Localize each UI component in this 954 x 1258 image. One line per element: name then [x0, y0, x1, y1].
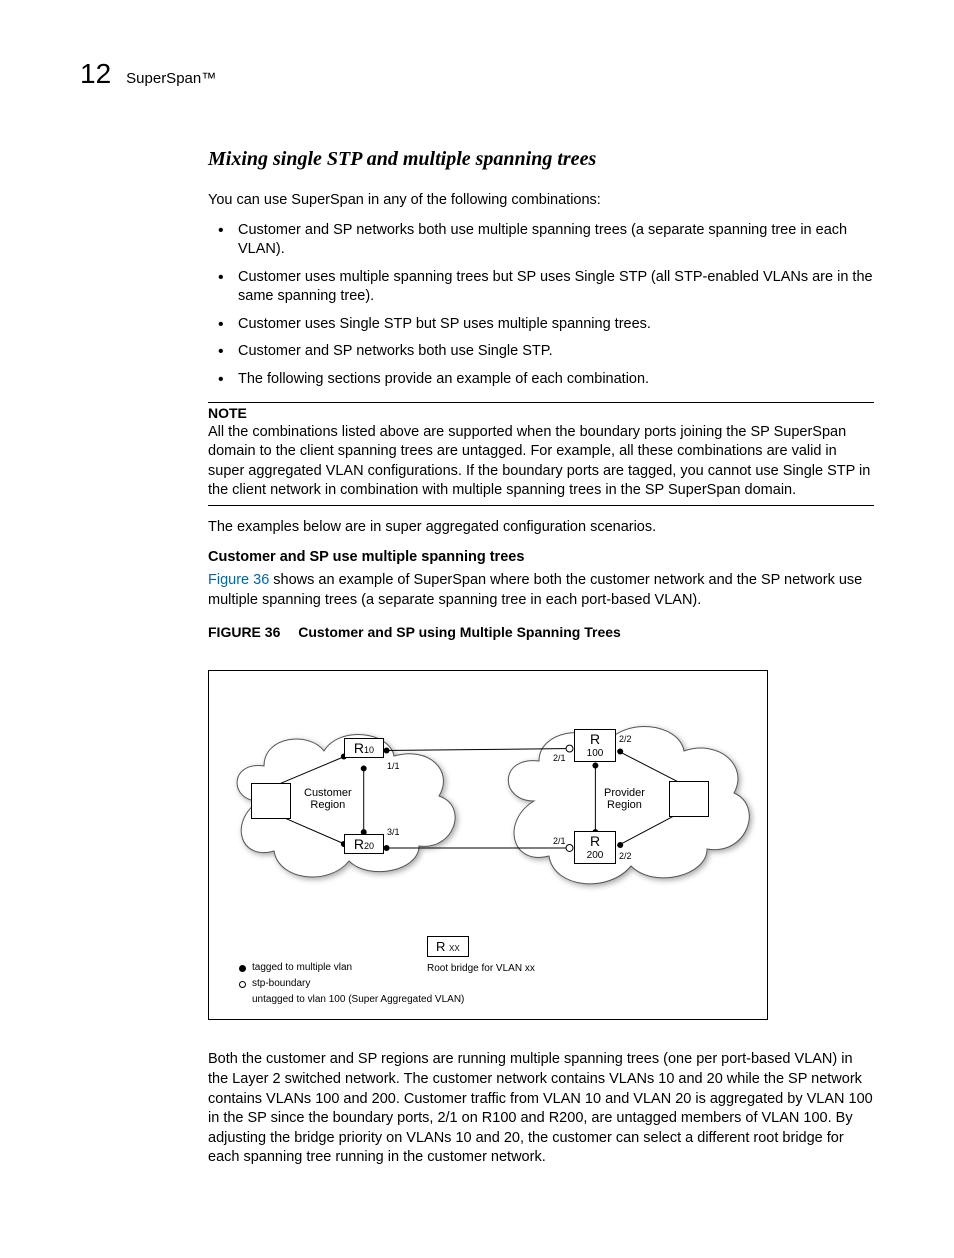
list-item: Customer and SP networks both use multip… — [208, 221, 874, 260]
intro-paragraph: You can use SuperSpan in any of the foll… — [208, 191, 874, 211]
r20-label: R — [354, 836, 364, 852]
rxx-legend-box: R XX — [427, 936, 469, 957]
port-3-1: 3/1 — [387, 827, 400, 837]
legend-boundary-text: stp-boundary — [252, 977, 310, 991]
rxx-r: R — [436, 939, 445, 954]
figure-ref-paragraph: Figure 36 shows an example of SuperSpan … — [208, 571, 874, 610]
legend-tagged: tagged to multiple vlan — [239, 961, 464, 975]
note-rule-top — [208, 402, 874, 403]
port-2-1-bottom: 2/1 — [553, 836, 566, 846]
r200-label: R — [590, 833, 600, 849]
legend-boundary: stp-boundary — [239, 977, 464, 991]
legend-untagged: untagged to vlan 100 (Super Aggregated V… — [239, 993, 464, 1007]
r10-sub: 10 — [364, 745, 374, 755]
r20-box: R20 — [344, 834, 384, 854]
subsection-heading: Customer and SP use multiple spanning tr… — [208, 549, 874, 565]
figure-label: FIGURE 36 — [208, 624, 280, 640]
r100-box: R100 — [574, 729, 616, 762]
port-1-1: 1/1 — [387, 761, 400, 771]
diagram-legend: tagged to multiple vlan stp-boundary unt… — [239, 961, 464, 1009]
filled-dot-icon — [239, 965, 246, 972]
provider-region-label: Provider Region — [604, 787, 645, 811]
r200-sub: 200 — [587, 850, 604, 861]
note-label: NOTE — [208, 405, 874, 421]
port-2-2-top: 2/2 — [619, 734, 632, 744]
customer-switch-box — [251, 783, 291, 819]
provider-switch-box — [669, 781, 709, 817]
r10-label: R — [354, 740, 364, 756]
port-2-2-bottom: 2/2 — [619, 851, 632, 861]
r100-label: R — [590, 731, 600, 747]
list-item: The following sections provide an exampl… — [208, 370, 874, 390]
r200-box: R200 — [574, 831, 616, 864]
list-item: Customer uses multiple spanning trees bu… — [208, 268, 874, 307]
legend-untagged-text: untagged to vlan 100 (Super Aggregated V… — [252, 993, 464, 1007]
note-rule-bottom — [208, 505, 874, 506]
closing-paragraph: Both the customer and SP regions are run… — [208, 1050, 874, 1167]
customer-region-label: Customer Region — [304, 787, 352, 811]
open-dot-icon — [239, 981, 246, 988]
diagram-container: R10 R20 R100 R200 Customer Region Provid… — [208, 670, 874, 1020]
figure-ref-text: shows an example of SuperSpan where both… — [208, 572, 862, 608]
figure-reference-link[interactable]: Figure 36 — [208, 572, 269, 588]
chapter-title: SuperSpan™ — [126, 70, 216, 87]
page-header: 12 SuperSpan™ — [80, 58, 874, 90]
list-item: Customer and SP networks both use Single… — [208, 342, 874, 362]
figure-caption: FIGURE 36 Customer and SP using Multiple… — [208, 624, 874, 640]
r20-sub: 20 — [364, 841, 374, 851]
note-text: All the combinations listed above are su… — [208, 423, 874, 501]
rxx-sub: XX — [449, 944, 460, 953]
r10-box: R10 — [344, 738, 384, 758]
section-heading: Mixing single STP and multiple spanning … — [208, 148, 874, 171]
list-item: Customer uses Single STP but SP uses mul… — [208, 315, 874, 335]
network-diagram: R10 R20 R100 R200 Customer Region Provid… — [208, 670, 768, 1020]
port-2-1-top: 2/1 — [553, 753, 566, 763]
combination-list: Customer and SP networks both use multip… — [208, 221, 874, 390]
after-note-paragraph: The examples below are in super aggregat… — [208, 518, 874, 538]
r100-sub: 100 — [587, 748, 604, 759]
chapter-number: 12 — [80, 58, 111, 90]
legend-tagged-text: tagged to multiple vlan — [252, 961, 352, 975]
figure-title: Customer and SP using Multiple Spanning … — [298, 624, 621, 640]
